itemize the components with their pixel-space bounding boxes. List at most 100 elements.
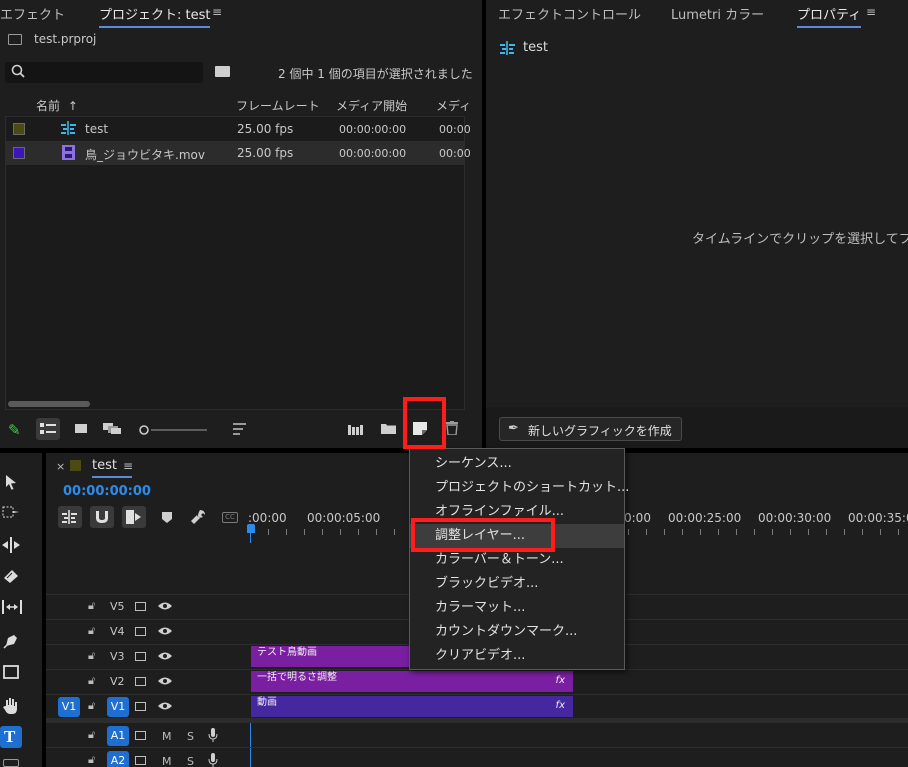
track-lock-icon[interactable]: 🔓︎ [88,624,95,638]
rectangle-tool-icon[interactable] [2,665,20,683]
find-bin-icon[interactable] [215,66,230,77]
column-frame-rate[interactable]: フレームレート [236,97,320,114]
icon-view-icon[interactable] [75,424,87,433]
mute-button[interactable]: M [162,755,172,767]
pen-tool-icon[interactable] [2,633,20,651]
column-media-end[interactable]: メディ [436,97,471,114]
trash-icon[interactable] [446,421,458,436]
more-tools-icon[interactable] [3,759,19,767]
menu-item-black-video[interactable]: ブラックビデオ... [410,572,624,596]
av-divider[interactable] [46,718,908,723]
list-view-icon [40,423,56,434]
menu-item-project-shortcut[interactable]: プロジェクトのショートカット... [410,476,629,500]
menu-item-transparent-video[interactable]: クリアビデオ... [410,644,624,668]
sequence-icon [61,121,77,135]
project-panel-menu-icon[interactable]: ≡ [212,5,222,19]
eye-icon[interactable] [158,625,172,635]
tab-project[interactable]: プロジェクト: test [99,4,211,28]
clip-v2[interactable]: 一括で明るさ調整 fx [251,671,573,692]
source-patch-v1[interactable]: V1 [58,697,80,717]
properties-panel-menu-icon[interactable]: ≡ [866,5,876,19]
solo-button[interactable]: S [187,730,194,743]
list-view-button[interactable] [36,418,60,440]
eye-icon[interactable] [158,600,172,610]
sync-lock-icon[interactable] [135,677,146,686]
sort-ascending-icon: ↑ [67,99,78,113]
sync-lock-icon[interactable] [135,702,146,711]
add-marker-icon[interactable] [162,512,172,523]
playhead-timecode[interactable]: 00:00:00:00 [63,484,151,499]
sync-lock-icon[interactable] [135,731,146,740]
hand-tool-icon[interactable] [2,697,20,715]
snap-button[interactable] [90,506,114,528]
track-lock-icon[interactable]: 🔓︎ [88,599,95,613]
sequence-color-swatch [70,460,81,471]
track-label-v5[interactable]: V5 [110,600,125,613]
column-media-start[interactable]: メディア開始 [336,97,407,114]
track-label-a2[interactable]: A2 [107,751,129,767]
highlight-adjustment-layer [411,518,555,552]
sync-lock-icon[interactable] [135,756,146,765]
sync-lock-icon[interactable] [135,627,146,636]
microphone-icon[interactable] [208,728,218,742]
track-label-a1[interactable]: A1 [107,726,129,746]
tab-effects[interactable]: エフェクト [0,4,65,23]
project-item-row[interactable]: test 25.00 fps 00:00:00:00 00:00 [5,117,471,141]
mute-button[interactable]: M [162,730,172,743]
eye-icon[interactable] [158,700,172,710]
new-bin-icon[interactable] [381,423,396,434]
tab-lumetri-color[interactable]: Lumetri カラー [671,4,764,23]
selection-tool-icon[interactable] [2,474,20,492]
timeline-menu-icon[interactable]: ≡ [123,459,133,473]
horizontal-scrollbar[interactable] [8,401,90,407]
item-media-start: 00:00:00:00 [339,123,407,136]
properties-sequence-name: test [523,40,548,55]
insert-sequence-as-nest-button[interactable] [58,506,82,528]
wrench-icon[interactable] [191,510,205,524]
solo-button[interactable]: S [187,755,194,767]
razor-tool-icon[interactable] [2,569,20,587]
new-graphic-button[interactable]: ✒ 新しいグラフィックを作成 [499,417,682,441]
ripple-edit-tool-icon[interactable] [2,537,20,555]
automate-to-sequence-icon[interactable] [348,424,364,435]
track-lock-icon[interactable]: 🔓︎ [88,753,95,767]
search-box[interactable] [5,62,203,83]
menu-item-countdown-leader[interactable]: カウントダウンマーク... [410,620,624,644]
sync-lock-icon[interactable] [135,652,146,661]
microphone-icon[interactable] [208,753,218,767]
track-select-tool-icon[interactable] [2,505,20,523]
track-label-v3[interactable]: V3 [110,650,125,663]
playhead-handle[interactable] [247,524,255,533]
tab-properties[interactable]: プロパティ [797,4,862,28]
eye-icon[interactable] [158,675,172,685]
track-label-v4[interactable]: V4 [110,625,125,638]
menu-item-sequence[interactable]: シーケンス... [410,452,624,476]
linked-selection-button[interactable] [122,506,146,528]
sort-icon[interactable] [233,423,246,435]
track-label-v2[interactable]: V2 [110,675,125,688]
column-name[interactable]: 名前 ↑ [36,97,78,114]
track-lock-icon[interactable]: 🔓︎ [88,699,95,713]
label-color-swatch[interactable] [13,147,25,159]
slip-tool-icon[interactable] [2,600,22,618]
captions-icon[interactable]: CC [222,512,238,523]
track-label-v1[interactable]: V1 [107,697,129,717]
tab-effect-controls[interactable]: エフェクトコントロール [498,4,641,23]
menu-item-color-matte[interactable]: カラーマット... [410,596,624,620]
pencil-icon[interactable]: ✎ [8,421,21,439]
timeline-sequence-tab[interactable]: test [92,458,117,473]
new-graphic-label: 新しいグラフィックを作成 [528,424,672,438]
close-sequence-icon[interactable]: × [56,460,65,473]
freeform-view-icon[interactable] [103,423,121,434]
sync-lock-icon[interactable] [135,602,146,611]
type-tool-button[interactable]: T [0,726,22,748]
track-lock-icon[interactable]: 🔓︎ [88,674,95,688]
label-color-swatch[interactable] [13,123,25,135]
selection-status: 2 個中 1 個の項目が選択されました [278,67,473,81]
clip-v1[interactable]: 動画 fx [251,696,573,717]
track-lock-icon[interactable]: 🔓︎ [88,649,95,663]
eye-icon[interactable] [158,650,172,660]
zoom-slider[interactable] [139,424,209,435]
project-item-row[interactable]: 鳥_ジョウビタキ.mov 25.00 fps 00:00:00:00 00:00 [5,141,471,165]
track-lock-icon[interactable]: 🔓︎ [88,728,95,742]
